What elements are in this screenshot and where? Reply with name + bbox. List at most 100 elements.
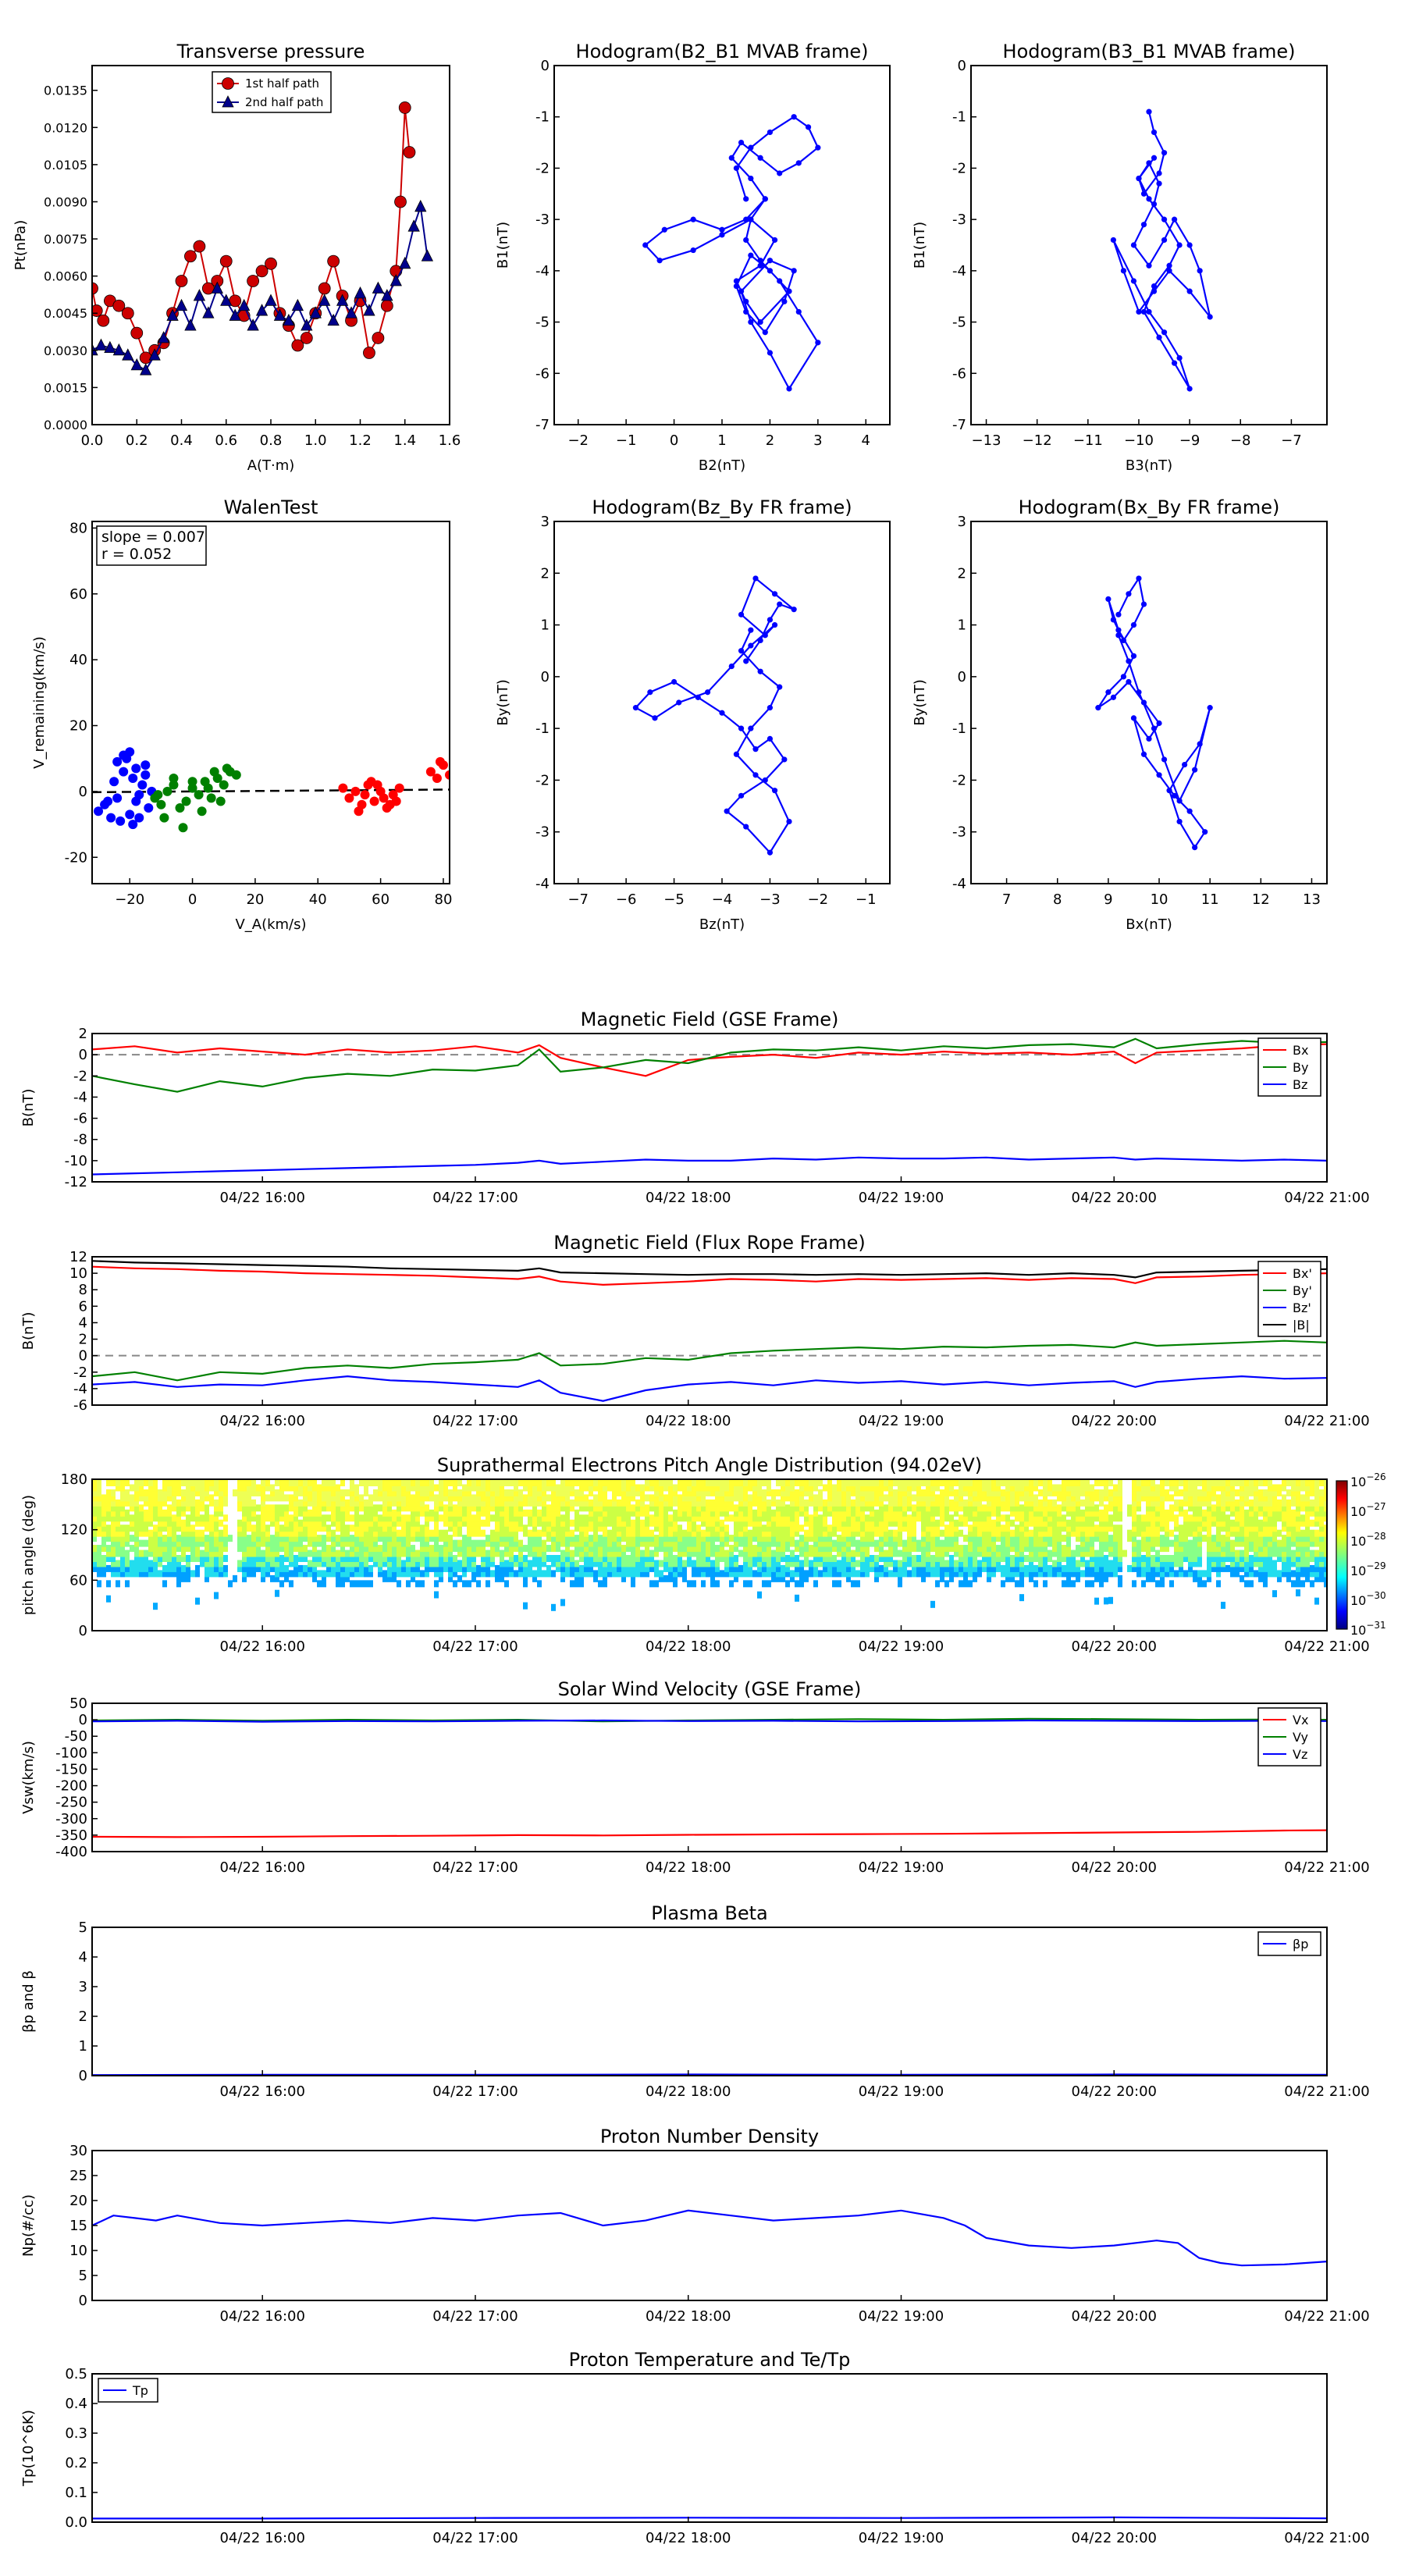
heatmap-cell bbox=[298, 1499, 303, 1507]
heatmap-cell bbox=[1225, 1514, 1230, 1522]
heatmap-cell bbox=[935, 1580, 940, 1588]
heatmap-cell bbox=[270, 1535, 275, 1542]
heatmap-cell bbox=[1029, 1529, 1033, 1537]
heatmap-cell bbox=[1221, 1601, 1225, 1609]
data-point bbox=[184, 250, 197, 263]
data-point bbox=[318, 282, 331, 295]
data-point bbox=[1151, 201, 1158, 208]
heatmap-cell bbox=[855, 1479, 860, 1486]
x-tick-label: 0.8 bbox=[260, 432, 283, 449]
data-point bbox=[752, 575, 759, 582]
y-axis-label: Np(#/cc) bbox=[20, 2194, 37, 2257]
heatmap-cell bbox=[959, 1529, 963, 1537]
heatmap-cell bbox=[560, 1550, 565, 1557]
heatmap-cell bbox=[645, 1494, 649, 1502]
heatmap-cell bbox=[1179, 1489, 1183, 1496]
data-point bbox=[786, 386, 792, 392]
heatmap-cell bbox=[401, 1479, 406, 1486]
heatmap-cell bbox=[799, 1525, 804, 1532]
legend-label: Vy bbox=[1293, 1730, 1308, 1745]
heatmap-cell bbox=[434, 1591, 439, 1599]
x-tick-label: −10 bbox=[1124, 432, 1154, 449]
heatmap-cell bbox=[813, 1479, 818, 1486]
heatmap-cell bbox=[1183, 1509, 1188, 1517]
heatmap-cell bbox=[120, 1525, 125, 1532]
heatmap-cell bbox=[219, 1479, 223, 1486]
heatmap-cell bbox=[860, 1479, 865, 1486]
heatmap-cell bbox=[1155, 1550, 1160, 1557]
heatmap-cell bbox=[987, 1479, 991, 1486]
heatmap-cell bbox=[411, 1479, 415, 1486]
heatmap-cell bbox=[912, 1494, 916, 1502]
data-point bbox=[771, 237, 778, 244]
data-point bbox=[197, 806, 207, 817]
heatmap-cell bbox=[139, 1550, 144, 1557]
heatmap-cell bbox=[457, 1539, 462, 1547]
heatmap-cell bbox=[453, 1479, 457, 1486]
data-point bbox=[1140, 308, 1147, 315]
heatmap-cell bbox=[1048, 1499, 1052, 1507]
heatmap-cell bbox=[514, 1570, 518, 1578]
heatmap-cell bbox=[275, 1479, 279, 1486]
data-point bbox=[704, 689, 711, 696]
heatmap-cell bbox=[471, 1479, 476, 1486]
heatmap-cell bbox=[682, 1560, 687, 1567]
heatmap-cell bbox=[308, 1509, 312, 1517]
y-tick-label: -3 bbox=[952, 824, 966, 841]
heatmap-cell bbox=[729, 1479, 734, 1486]
heatmap-cell bbox=[973, 1479, 977, 1486]
heatmap-cell bbox=[162, 1564, 167, 1572]
heatmap-cell bbox=[176, 1535, 181, 1542]
heatmap-cell bbox=[434, 1580, 439, 1588]
heatmap-cell bbox=[326, 1479, 331, 1486]
heatmap-cell bbox=[546, 1564, 551, 1572]
heatmap-cell bbox=[968, 1525, 973, 1532]
heatmap-cell bbox=[279, 1580, 284, 1588]
data-point bbox=[414, 199, 427, 212]
data-point bbox=[777, 684, 783, 690]
heatmap-cell bbox=[139, 1539, 144, 1547]
heatmap-cell bbox=[1169, 1529, 1174, 1537]
annotation-text: slope = 0.007 bbox=[101, 528, 205, 546]
heatmap-cell bbox=[303, 1479, 308, 1486]
heatmap-cell bbox=[429, 1545, 434, 1553]
y-tick-label: 30 bbox=[69, 2143, 87, 2159]
heatmap-cell bbox=[462, 1580, 467, 1588]
heatmap-cell bbox=[303, 1564, 308, 1572]
data-point bbox=[670, 678, 678, 685]
y-axis-label: By(nT) bbox=[495, 679, 511, 725]
series-line bbox=[92, 2209, 1327, 2267]
heatmap-cell bbox=[181, 1519, 186, 1527]
heatmap-cell bbox=[439, 1514, 443, 1522]
heatmap-cell bbox=[752, 1509, 757, 1517]
heatmap-cell bbox=[1118, 1479, 1122, 1486]
y-tick-label: 0 bbox=[541, 669, 550, 685]
x-tick-label: 04/22 18:00 bbox=[646, 2083, 731, 2100]
heatmap-cell bbox=[420, 1580, 425, 1588]
heatmap-cell bbox=[823, 1499, 827, 1507]
heatmap-cell bbox=[729, 1580, 734, 1588]
heatmap-cell bbox=[144, 1509, 148, 1517]
y-tick-label: -12 bbox=[65, 1174, 87, 1190]
heatmap-cell bbox=[1235, 1499, 1240, 1507]
data-point bbox=[1192, 845, 1198, 851]
y-tick-label: -50 bbox=[65, 1728, 87, 1745]
heatmap-cell bbox=[1108, 1535, 1113, 1542]
heatmap-cell bbox=[710, 1560, 715, 1567]
heatmap-cell bbox=[1193, 1479, 1197, 1486]
heatmap-cell bbox=[692, 1479, 696, 1486]
data-point bbox=[1146, 735, 1152, 742]
heatmap-cell bbox=[654, 1560, 659, 1567]
heatmap-cell bbox=[1010, 1529, 1015, 1537]
data-point bbox=[350, 786, 361, 796]
heatmap-cell bbox=[944, 1525, 949, 1532]
legend-label: 1st half path bbox=[245, 76, 319, 91]
data-point bbox=[767, 617, 774, 623]
data-point bbox=[1105, 689, 1112, 696]
data-point bbox=[777, 601, 783, 607]
heatmap-cell bbox=[406, 1580, 411, 1588]
y-tick-label: 0.0 bbox=[65, 2514, 87, 2531]
data-point bbox=[733, 751, 740, 757]
heatmap-cell bbox=[855, 1560, 860, 1567]
heatmap-cell bbox=[162, 1535, 167, 1542]
